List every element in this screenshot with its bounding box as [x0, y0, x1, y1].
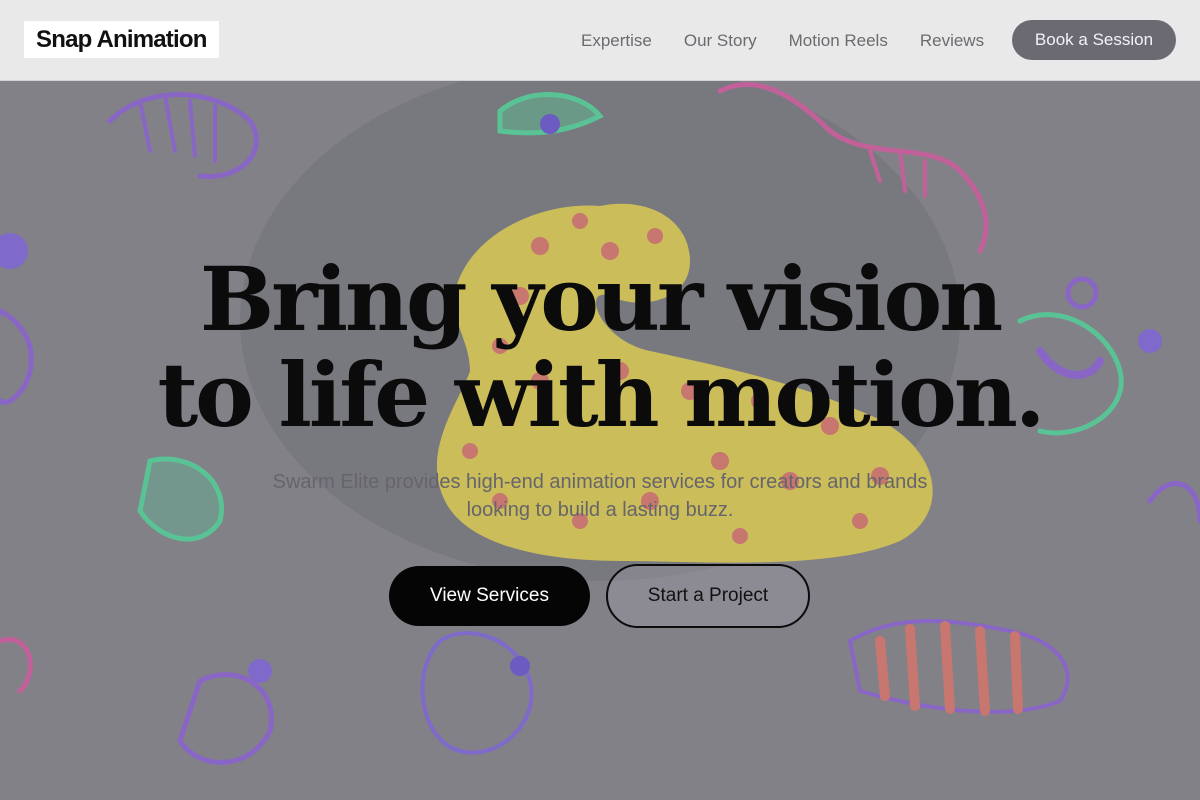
hero-subtext: Swarm Elite provides high-end animation …: [272, 471, 928, 521]
nav-link-our-story[interactable]: Our Story: [684, 31, 757, 51]
nav-link-expertise[interactable]: Expertise: [581, 31, 652, 51]
start-project-button[interactable]: Start a Project: [606, 564, 810, 628]
logo[interactable]: Snap Animation: [24, 21, 219, 58]
nav-link-motion-reels[interactable]: Motion Reels: [789, 31, 888, 51]
headline-line-1: Bring your vision: [199, 247, 1003, 351]
hero-headline: Bring your vision to life with motion.: [0, 251, 1200, 443]
view-services-button[interactable]: View Services: [389, 566, 590, 626]
book-session-button[interactable]: Book a Session: [1012, 20, 1176, 60]
nav-links: Expertise Our Story Motion Reels Reviews: [581, 0, 1016, 81]
nav-link-reviews[interactable]: Reviews: [920, 31, 984, 51]
hero: Bring your vision to life with motion. S…: [0, 81, 1200, 800]
navbar: Snap Animation Expertise Our Story Motio…: [0, 0, 1200, 81]
headline-line-2: to life with motion.: [157, 343, 1046, 447]
